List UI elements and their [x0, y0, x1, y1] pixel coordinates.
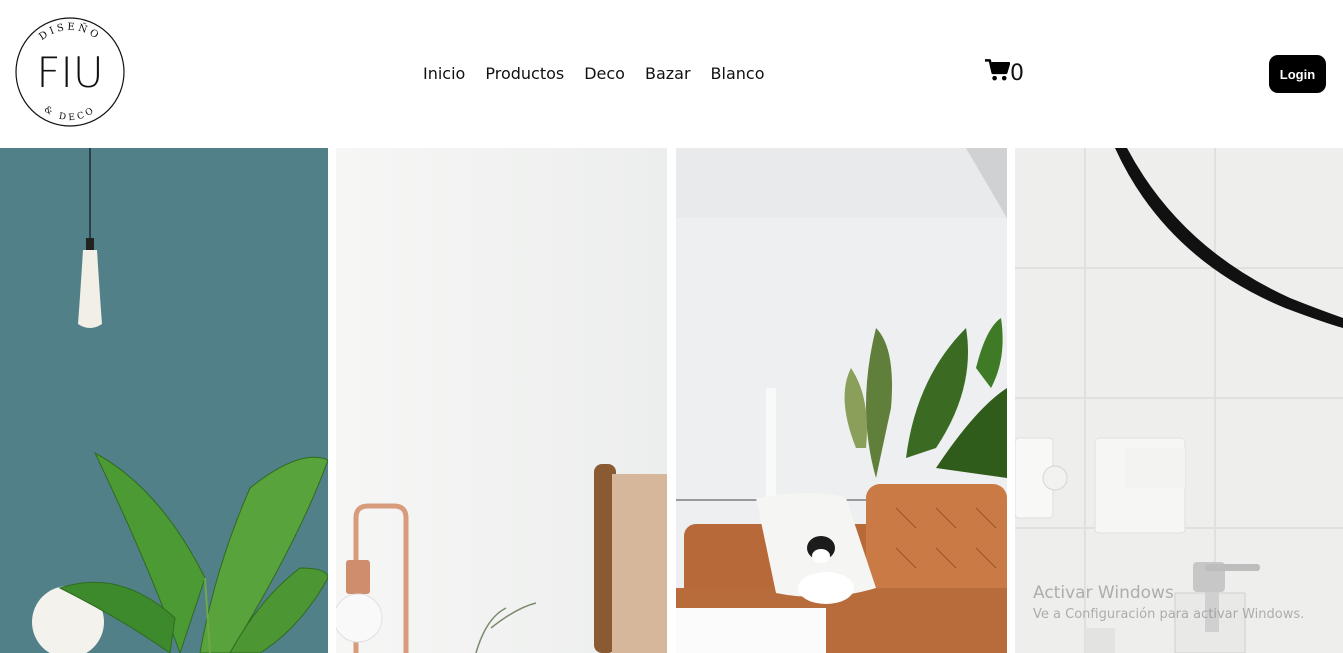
hero-gallery [0, 148, 1343, 653]
gallery-panel-sofa-dog[interactable] [676, 148, 1007, 653]
nav-item-inicio[interactable]: Inicio [423, 64, 465, 84]
logo-main-text: FIU [36, 48, 103, 97]
cart-count: 0 [1010, 61, 1024, 86]
sofa-dog-photo [676, 148, 1007, 653]
brand-logo[interactable]: DISEÑO FIU & DECO [8, 10, 132, 134]
main-nav: Inicio Productos Deco Bazar Blanco [423, 64, 784, 84]
shopping-cart-icon [985, 59, 1010, 81]
nav-item-productos[interactable]: Productos [485, 64, 564, 84]
nav-item-bazar[interactable]: Bazar [645, 64, 691, 84]
nav-item-blanco[interactable]: Blanco [711, 64, 765, 84]
plant-lamp-photo [0, 148, 328, 653]
nav-item-deco[interactable]: Deco [584, 64, 625, 84]
gallery-panel-bathroom[interactable] [1015, 148, 1343, 653]
copper-lamp-photo [336, 148, 667, 653]
gallery-panel-copper-lamp[interactable] [336, 148, 667, 653]
site-header: DISEÑO FIU & DECO Inicio Productos Deco … [0, 0, 1343, 148]
gallery-panel-plant-lamp[interactable] [0, 148, 328, 653]
logo-bottom-text: & DECO [42, 105, 98, 124]
logo-top-text: DISEÑO [37, 22, 102, 43]
login-button[interactable]: Login [1269, 55, 1326, 93]
cart-button[interactable]: 0 [985, 58, 1024, 86]
bathroom-photo [1015, 148, 1343, 653]
